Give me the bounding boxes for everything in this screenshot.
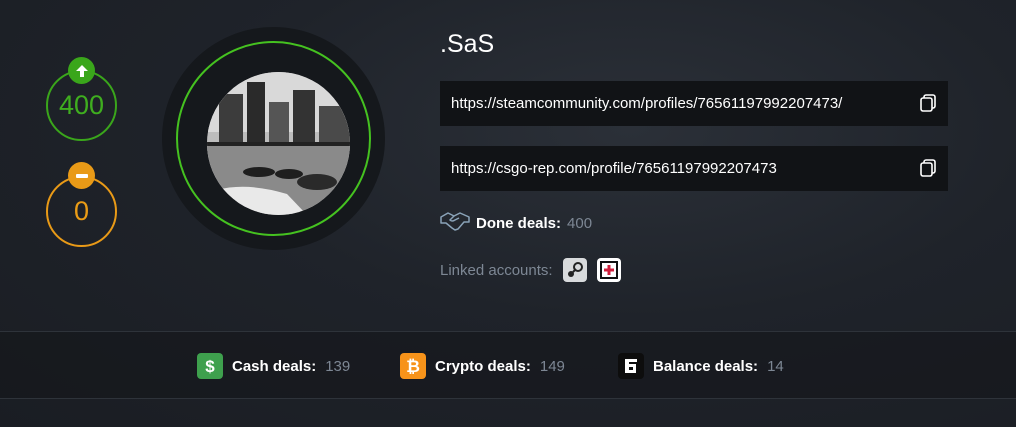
negative-rep-value: 0 bbox=[73, 196, 90, 226]
positive-rep-value: 400 bbox=[58, 90, 105, 120]
cash-deals-label: Cash deals: bbox=[232, 357, 317, 375]
handshake-icon bbox=[440, 209, 470, 237]
balance-icon bbox=[618, 353, 644, 379]
divider bbox=[0, 398, 1016, 399]
svg-text:$: $ bbox=[205, 357, 215, 376]
copy-icon[interactable] bbox=[918, 158, 938, 178]
username: .SaS bbox=[440, 30, 495, 58]
done-deals: Done deals: 400 bbox=[440, 208, 592, 238]
dollar-icon: $ bbox=[197, 353, 223, 379]
crypto-deals-label: Crypto deals: bbox=[435, 357, 531, 375]
cash-deals: $ Cash deals: 139 bbox=[197, 352, 350, 380]
csgo-rep-icon[interactable] bbox=[596, 258, 621, 282]
balance-deals-label: Balance deals: bbox=[653, 357, 759, 375]
crypto-deals: ₿ Crypto deals: 149 bbox=[400, 352, 565, 380]
linked-accounts: Linked accounts: bbox=[440, 257, 621, 283]
crypto-deals-value: 149 bbox=[539, 357, 565, 375]
copy-icon[interactable] bbox=[918, 93, 938, 113]
done-deals-label: Done deals: bbox=[476, 214, 562, 232]
arrow-up-icon bbox=[68, 57, 95, 84]
rep-profile-url: https://csgo-rep.com/profile/76561197992… bbox=[451, 160, 777, 177]
avatar bbox=[207, 72, 350, 215]
balance-deals: Balance deals: 14 bbox=[618, 352, 784, 380]
balance-deals-value: 14 bbox=[767, 357, 784, 375]
steam-profile-url: https://steamcommunity.com/profiles/7656… bbox=[451, 95, 843, 112]
done-deals-value: 400 bbox=[567, 214, 593, 232]
steam-icon[interactable] bbox=[562, 258, 587, 282]
bitcoin-icon: ₿ bbox=[400, 353, 426, 379]
svg-text:₿: ₿ bbox=[406, 357, 420, 376]
minus-icon bbox=[68, 162, 95, 189]
linked-accounts-label: Linked accounts: bbox=[440, 261, 553, 279]
cash-deals-value: 139 bbox=[325, 357, 351, 375]
steam-profile-link[interactable]: https://steamcommunity.com/profiles/7656… bbox=[440, 81, 948, 126]
rep-profile-link[interactable]: https://csgo-rep.com/profile/76561197992… bbox=[440, 146, 948, 191]
